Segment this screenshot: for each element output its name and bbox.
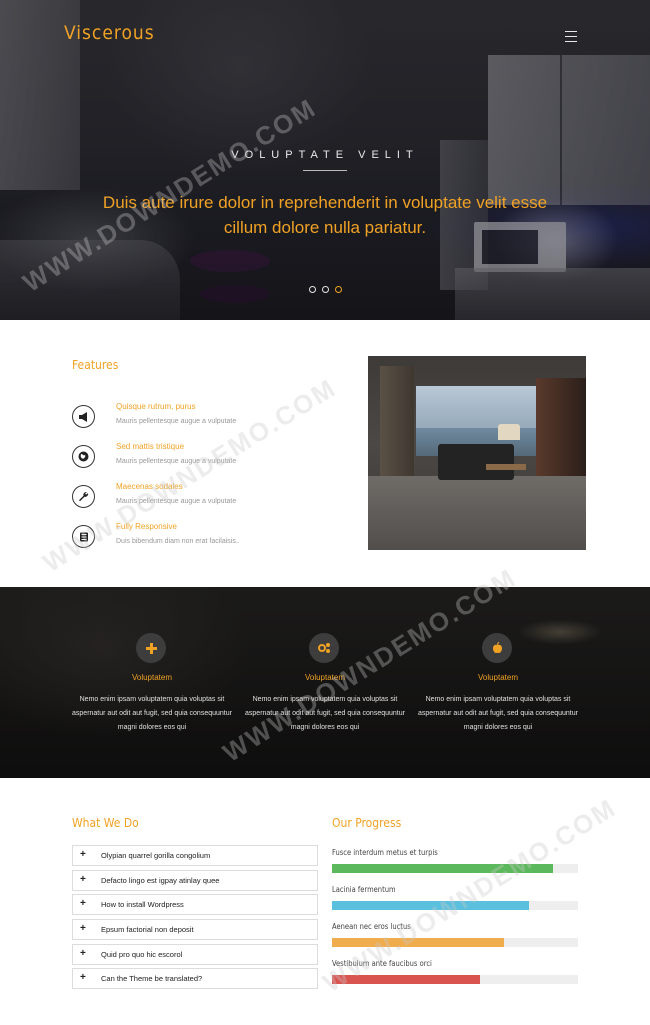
globe-icon [72,445,95,468]
features-heading: Features [72,358,119,372]
feature-heading: Sed mattis tristique [116,442,185,451]
accordion-label: How to install Wordpress [101,900,184,910]
progress-fill [332,938,505,947]
progress-track [332,901,578,910]
progress-label: Aenean nec eros luctus [332,922,411,931]
progress-fill [332,975,480,984]
accordion-label: Olypian quarrel gorilla congolium [101,851,211,860]
plus-icon [136,633,166,663]
apple-icon [482,633,512,663]
feature-item: Fully Responsive Duis bibendum diam non … [72,522,322,562]
accordion-label: Epsum factorial non deposit [101,925,194,935]
progress-fill [332,864,554,873]
accordion-item[interactable]: + How to install Wordpress [72,894,318,916]
service-item: Voluptatem Nemo enim ipsam voluptatem qu… [72,587,232,778]
service-title: Voluptatem [304,673,346,682]
hero-divider [303,170,347,171]
site-logo[interactable]: Viscerous [64,22,155,44]
feature-item: Sed mattis tristique Mauris pellentesque… [72,442,322,482]
accordion-item[interactable]: + Quid pro quo hic escorol [72,943,318,965]
accordion-item[interactable]: + Defacto lingo est igpay atinlay quee [72,869,318,891]
feature-heading: Fully Responsive [116,522,177,531]
slider-dot-3[interactable] [335,286,342,293]
plus-icon: + [80,898,86,910]
feature-heading: Quisque rutrum, purus [116,402,196,411]
feature-text: Duis bibendum diam non erat facilaisis.. [116,538,240,545]
accordion-label: Defacto lingo est igpay atinlay quee [101,875,220,885]
progress-bar-item: Aenean nec eros luctus [332,922,578,947]
feature-text: Mauris pellentesque augue a vulputate [116,498,237,505]
progress-label: Vestibulum ante faucibus orci [332,959,432,968]
what-we-do-heading: What We Do [72,816,139,830]
what-we-do-accordion: + Olypian quarrel gorilla congolium + De… [72,845,318,993]
progress-label: Fusce interdum metus et turpis [332,848,438,857]
feature-item: Quisque rutrum, purus Mauris pellentesqu… [72,402,322,442]
progress-bar-item: Lacinia fermentum [332,885,578,910]
cog-icon [309,633,339,663]
progress-bar-item: Vestibulum ante faucibus orci [332,959,578,984]
hero-title: Duis aute irure dolor in reprehenderit i… [102,193,548,237]
service-text: Nemo enim ipsam voluptatem quia voluptas… [418,696,578,731]
progress-track [332,938,578,947]
progress-track [332,975,578,984]
service-item: Voluptatem Nemo enim ipsam voluptatem qu… [245,587,405,778]
accordion-item[interactable]: + Epsum factorial non deposit [72,919,318,941]
plus-icon: + [80,972,86,984]
hero-slider: Viscerous VOLUPTATE VELIT Duis aute irur… [0,0,650,320]
services-band: Voluptatem Nemo enim ipsam voluptatem qu… [0,587,650,778]
living-room-photo [368,356,586,550]
feature-item: Maecenas sodales Mauris pellentesque aug… [72,482,322,522]
feature-text: Mauris pellentesque augue a vulputate [116,458,237,465]
plus-icon: + [80,849,86,860]
progress-bar-item: Fusce interdum metus et turpis [332,848,578,873]
accordion-label: Quid pro quo hic escorol [101,949,183,959]
hamburger-menu-icon[interactable] [565,31,577,42]
accordion-item[interactable]: + Can the Theme be translated? [72,968,318,990]
slider-dot-2[interactable] [322,286,329,293]
progress-track [332,864,578,873]
plus-icon: + [80,947,86,959]
service-item: Voluptatem Nemo enim ipsam voluptatem qu… [418,587,578,778]
megaphone-icon [72,405,95,428]
progress-label: Lacinia fermentum [332,885,396,894]
plus-icon: + [80,873,86,885]
our-progress-heading: Our Progress [332,816,402,830]
feature-text: Mauris pellentesque augue a vulputate [116,418,237,425]
service-title: Voluptatem [131,673,173,682]
accordion-item[interactable]: + Olypian quarrel gorilla congolium [72,845,318,866]
slider-dot-1[interactable] [309,286,316,293]
wrench-icon [72,485,95,508]
feature-heading: Maecenas sodales [116,482,183,491]
service-text: Nemo enim ipsam voluptatem quia voluptas… [245,696,405,731]
slider-pagination [309,286,342,293]
plus-icon: + [80,923,86,935]
service-text: Nemo enim ipsam voluptatem quia voluptas… [72,696,232,731]
service-title: Voluptatem [477,673,519,682]
hero-eyebrow: VOLUPTATE VELIT [231,149,419,161]
responsive-icon [72,525,95,548]
progress-fill [332,901,529,910]
accordion-label: Can the Theme be translated? [101,974,203,984]
